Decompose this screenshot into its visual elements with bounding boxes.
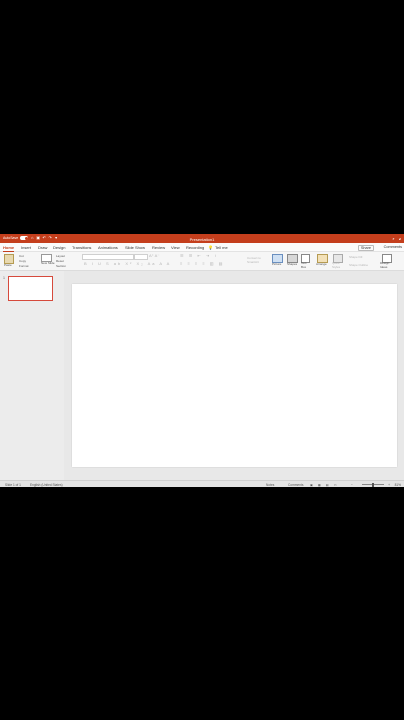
tab-recording[interactable]: Recording [186, 245, 204, 250]
powerpoint-window: AutoSave ⌂ ▣ ↶ ↷ ▾ Presentation1 ⌕ ◕ Hom… [0, 234, 404, 487]
ribbon-tabs: Home Insert Draw Design Transitions Anim… [0, 243, 404, 252]
tab-insert[interactable]: Insert [21, 245, 31, 250]
comments-status-button[interactable]: Comments [288, 483, 303, 487]
tab-transitions[interactable]: Transitions [72, 245, 91, 250]
text-box-label: Text Box [301, 261, 307, 269]
picture-label: Picture [272, 262, 282, 266]
tab-slide-show[interactable]: Slide Show [125, 245, 145, 250]
format-button[interactable]: Format [19, 264, 29, 268]
lightbulb-icon: 💡 [208, 245, 213, 250]
alignment-icons[interactable]: ≡ ≡ ≡ ≡ ▥ ▤ [180, 261, 224, 266]
search-icon[interactable]: ⌕ [392, 236, 394, 241]
arrange-label: Arrange [316, 262, 327, 266]
paragraph-icons[interactable]: ☰ ☰ ⇤ ⇥ ↕ [180, 253, 218, 258]
tab-home[interactable]: Home [3, 245, 15, 252]
cut-button[interactable]: Cut [19, 254, 24, 258]
design-ideas-label: Design Ideas [380, 261, 390, 269]
ribbon-home: Paste Cut Copy Format New Slide Layout R… [0, 252, 404, 271]
tab-review[interactable]: Review [152, 245, 165, 250]
comments-button[interactable]: Comments [384, 245, 402, 249]
paste-label: Paste [4, 263, 12, 267]
font-size-select[interactable] [134, 254, 148, 260]
document-title: Presentation1 [189, 236, 215, 242]
quick-styles-label: Quick Styles [332, 261, 341, 269]
shape-outline-button[interactable]: Shape Outline [349, 263, 368, 267]
new-slide-label: New Slide [41, 261, 55, 265]
zoom-slider-knob[interactable] [372, 482, 374, 487]
account-icon[interactable]: ◕ [399, 236, 401, 241]
tab-animations[interactable]: Animations [98, 245, 118, 250]
shapes-label: Shapes [287, 262, 298, 266]
tab-tell-me[interactable]: Tell me [215, 245, 228, 250]
shape-fill-button[interactable]: Shape Fill [349, 255, 362, 259]
slide[interactable] [72, 284, 397, 467]
tab-draw[interactable]: Draw [38, 245, 47, 250]
title-bar: AutoSave ⌂ ▣ ↶ ↷ ▾ Presentation1 ⌕ ◕ [0, 234, 404, 243]
editing-canvas [64, 271, 404, 480]
tab-design[interactable]: Design [53, 245, 65, 250]
language[interactable]: English (United States) [30, 483, 63, 487]
font-formatting-icons[interactable]: B I U S ab X² X₂ Aa A A [84, 261, 171, 266]
font-name-select[interactable] [82, 254, 134, 260]
title-bar-right: ⌕ ◕ [392, 236, 401, 241]
section-button[interactable]: Section [56, 264, 66, 268]
slide-thumbnail-pane: 1 [0, 271, 64, 480]
slide-thumbnail[interactable] [8, 276, 53, 301]
status-bar: Slide 1 of 1 English (United States) Not… [0, 480, 404, 487]
view-buttons[interactable]: ▣ ▦ ▤ ▭ [310, 483, 339, 487]
slide-number: 1 [3, 276, 5, 280]
copy-button[interactable]: Copy [19, 259, 26, 263]
zoom-in-icon[interactable]: + [388, 483, 390, 487]
convert-smartart-button[interactable]: Convert to SmartArt [247, 256, 265, 264]
notes-button[interactable]: Notes [266, 483, 274, 487]
tab-view[interactable]: View [171, 245, 180, 250]
zoom-level[interactable]: 81% [395, 483, 401, 487]
reset-button[interactable]: Reset [56, 259, 64, 263]
font-size-increase-icon[interactable]: A⁺ A⁻ [149, 253, 159, 258]
share-button[interactable]: Share [357, 244, 374, 251]
slide-count: Slide 1 of 1 [5, 482, 21, 487]
layout-button[interactable]: Layout [56, 254, 65, 258]
zoom-out-icon[interactable]: − [351, 483, 353, 487]
